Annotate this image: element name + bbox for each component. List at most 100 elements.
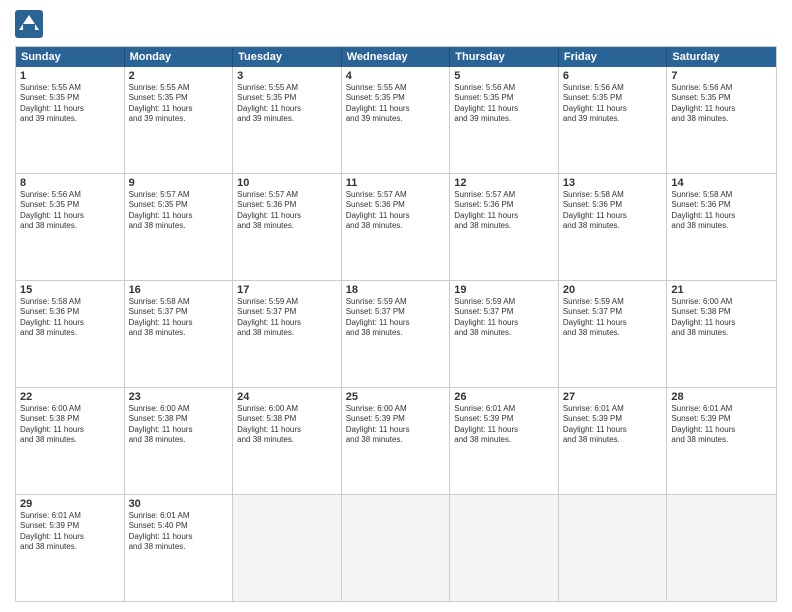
calendar-header: SundayMondayTuesdayWednesdayThursdayFrid… [16, 47, 776, 67]
cell-text: Sunrise: 5:57 AM Sunset: 5:36 PM Dayligh… [237, 190, 337, 232]
cell-text: Sunrise: 5:58 AM Sunset: 5:36 PM Dayligh… [563, 190, 663, 232]
calendar-cell: 2Sunrise: 5:55 AM Sunset: 5:35 PM Daylig… [125, 67, 234, 173]
cell-text: Sunrise: 5:56 AM Sunset: 5:35 PM Dayligh… [563, 83, 663, 125]
calendar: SundayMondayTuesdayWednesdayThursdayFrid… [15, 46, 777, 602]
day-number: 26 [454, 391, 554, 403]
day-number: 21 [671, 284, 772, 296]
calendar-cell: 1Sunrise: 5:55 AM Sunset: 5:35 PM Daylig… [16, 67, 125, 173]
cell-text: Sunrise: 5:55 AM Sunset: 5:35 PM Dayligh… [20, 83, 120, 125]
cell-text: Sunrise: 5:55 AM Sunset: 5:35 PM Dayligh… [237, 83, 337, 125]
cell-text: Sunrise: 5:58 AM Sunset: 5:36 PM Dayligh… [671, 190, 772, 232]
cell-text: Sunrise: 5:57 AM Sunset: 5:35 PM Dayligh… [129, 190, 229, 232]
calendar-cell: 20Sunrise: 5:59 AM Sunset: 5:37 PM Dayli… [559, 281, 668, 387]
day-number: 9 [129, 177, 229, 189]
day-number: 5 [454, 70, 554, 82]
calendar-cell: 8Sunrise: 5:56 AM Sunset: 5:35 PM Daylig… [16, 174, 125, 280]
calendar-page: SundayMondayTuesdayWednesdayThursdayFrid… [0, 0, 792, 612]
day-number: 20 [563, 284, 663, 296]
header-day-saturday: Saturday [667, 47, 776, 67]
day-number: 18 [346, 284, 446, 296]
day-number: 7 [671, 70, 772, 82]
calendar-cell: 27Sunrise: 6:01 AM Sunset: 5:39 PM Dayli… [559, 388, 668, 494]
calendar-cell: 9Sunrise: 5:57 AM Sunset: 5:35 PM Daylig… [125, 174, 234, 280]
calendar-cell: 28Sunrise: 6:01 AM Sunset: 5:39 PM Dayli… [667, 388, 776, 494]
day-number: 1 [20, 70, 120, 82]
cell-text: Sunrise: 5:57 AM Sunset: 5:36 PM Dayligh… [346, 190, 446, 232]
cell-text: Sunrise: 6:01 AM Sunset: 5:39 PM Dayligh… [671, 404, 772, 446]
calendar-cell [342, 495, 451, 601]
day-number: 25 [346, 391, 446, 403]
calendar-cell: 22Sunrise: 6:00 AM Sunset: 5:38 PM Dayli… [16, 388, 125, 494]
calendar-cell: 19Sunrise: 5:59 AM Sunset: 5:37 PM Dayli… [450, 281, 559, 387]
calendar-cell: 26Sunrise: 6:01 AM Sunset: 5:39 PM Dayli… [450, 388, 559, 494]
day-number: 15 [20, 284, 120, 296]
calendar-cell: 14Sunrise: 5:58 AM Sunset: 5:36 PM Dayli… [667, 174, 776, 280]
logo-icon [15, 10, 43, 38]
day-number: 19 [454, 284, 554, 296]
header-day-monday: Monday [125, 47, 234, 67]
cell-text: Sunrise: 6:00 AM Sunset: 5:38 PM Dayligh… [237, 404, 337, 446]
calendar-cell [233, 495, 342, 601]
cell-text: Sunrise: 6:01 AM Sunset: 5:39 PM Dayligh… [563, 404, 663, 446]
day-number: 28 [671, 391, 772, 403]
cell-text: Sunrise: 6:00 AM Sunset: 5:38 PM Dayligh… [20, 404, 120, 446]
cell-text: Sunrise: 6:01 AM Sunset: 5:40 PM Dayligh… [129, 511, 229, 553]
day-number: 11 [346, 177, 446, 189]
calendar-row-2: 8Sunrise: 5:56 AM Sunset: 5:35 PM Daylig… [16, 174, 776, 281]
day-number: 24 [237, 391, 337, 403]
calendar-cell: 3Sunrise: 5:55 AM Sunset: 5:35 PM Daylig… [233, 67, 342, 173]
day-number: 3 [237, 70, 337, 82]
calendar-cell: 5Sunrise: 5:56 AM Sunset: 5:35 PM Daylig… [450, 67, 559, 173]
day-number: 27 [563, 391, 663, 403]
header-day-friday: Friday [559, 47, 668, 67]
calendar-cell: 10Sunrise: 5:57 AM Sunset: 5:36 PM Dayli… [233, 174, 342, 280]
header-day-wednesday: Wednesday [342, 47, 451, 67]
cell-text: Sunrise: 6:01 AM Sunset: 5:39 PM Dayligh… [454, 404, 554, 446]
cell-text: Sunrise: 5:59 AM Sunset: 5:37 PM Dayligh… [237, 297, 337, 339]
cell-text: Sunrise: 5:59 AM Sunset: 5:37 PM Dayligh… [346, 297, 446, 339]
calendar-cell: 12Sunrise: 5:57 AM Sunset: 5:36 PM Dayli… [450, 174, 559, 280]
day-number: 29 [20, 498, 120, 510]
day-number: 17 [237, 284, 337, 296]
cell-text: Sunrise: 6:00 AM Sunset: 5:38 PM Dayligh… [129, 404, 229, 446]
cell-text: Sunrise: 5:59 AM Sunset: 5:37 PM Dayligh… [454, 297, 554, 339]
calendar-body: 1Sunrise: 5:55 AM Sunset: 5:35 PM Daylig… [16, 67, 776, 601]
day-number: 10 [237, 177, 337, 189]
day-number: 22 [20, 391, 120, 403]
cell-text: Sunrise: 5:56 AM Sunset: 5:35 PM Dayligh… [454, 83, 554, 125]
calendar-cell: 11Sunrise: 5:57 AM Sunset: 5:36 PM Dayli… [342, 174, 451, 280]
calendar-cell: 15Sunrise: 5:58 AM Sunset: 5:36 PM Dayli… [16, 281, 125, 387]
calendar-cell: 4Sunrise: 5:55 AM Sunset: 5:35 PM Daylig… [342, 67, 451, 173]
cell-text: Sunrise: 6:01 AM Sunset: 5:39 PM Dayligh… [20, 511, 120, 553]
day-number: 6 [563, 70, 663, 82]
cell-text: Sunrise: 5:59 AM Sunset: 5:37 PM Dayligh… [563, 297, 663, 339]
calendar-cell: 30Sunrise: 6:01 AM Sunset: 5:40 PM Dayli… [125, 495, 234, 601]
calendar-cell: 29Sunrise: 6:01 AM Sunset: 5:39 PM Dayli… [16, 495, 125, 601]
day-number: 16 [129, 284, 229, 296]
cell-text: Sunrise: 6:00 AM Sunset: 5:39 PM Dayligh… [346, 404, 446, 446]
day-number: 2 [129, 70, 229, 82]
calendar-cell: 17Sunrise: 5:59 AM Sunset: 5:37 PM Dayli… [233, 281, 342, 387]
cell-text: Sunrise: 5:57 AM Sunset: 5:36 PM Dayligh… [454, 190, 554, 232]
calendar-cell: 23Sunrise: 6:00 AM Sunset: 5:38 PM Dayli… [125, 388, 234, 494]
day-number: 30 [129, 498, 229, 510]
cell-text: Sunrise: 5:58 AM Sunset: 5:37 PM Dayligh… [129, 297, 229, 339]
cell-text: Sunrise: 5:56 AM Sunset: 5:35 PM Dayligh… [20, 190, 120, 232]
calendar-row-1: 1Sunrise: 5:55 AM Sunset: 5:35 PM Daylig… [16, 67, 776, 174]
calendar-cell: 16Sunrise: 5:58 AM Sunset: 5:37 PM Dayli… [125, 281, 234, 387]
calendar-cell: 7Sunrise: 5:56 AM Sunset: 5:35 PM Daylig… [667, 67, 776, 173]
cell-text: Sunrise: 5:55 AM Sunset: 5:35 PM Dayligh… [129, 83, 229, 125]
cell-text: Sunrise: 5:55 AM Sunset: 5:35 PM Dayligh… [346, 83, 446, 125]
day-number: 12 [454, 177, 554, 189]
day-number: 23 [129, 391, 229, 403]
header-day-thursday: Thursday [450, 47, 559, 67]
logo [15, 10, 47, 38]
cell-text: Sunrise: 6:00 AM Sunset: 5:38 PM Dayligh… [671, 297, 772, 339]
calendar-cell: 18Sunrise: 5:59 AM Sunset: 5:37 PM Dayli… [342, 281, 451, 387]
day-number: 8 [20, 177, 120, 189]
cell-text: Sunrise: 5:58 AM Sunset: 5:36 PM Dayligh… [20, 297, 120, 339]
calendar-cell: 6Sunrise: 5:56 AM Sunset: 5:35 PM Daylig… [559, 67, 668, 173]
day-number: 13 [563, 177, 663, 189]
header-day-tuesday: Tuesday [233, 47, 342, 67]
header-day-sunday: Sunday [16, 47, 125, 67]
